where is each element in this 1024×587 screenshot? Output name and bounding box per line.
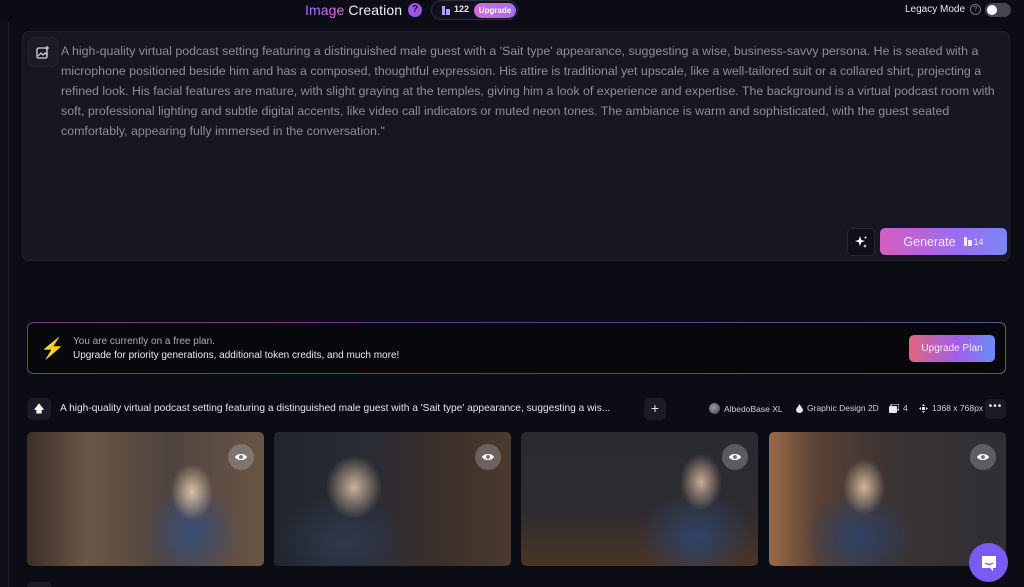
toggle-knob [987, 5, 997, 15]
prompt-textarea[interactable]: A high-quality virtual podcast setting f… [61, 41, 1001, 141]
model-info: AlbedoBase XL [709, 403, 783, 414]
plan-upsell-text: Upgrade for priority generations, additi… [73, 350, 400, 361]
title-part-image: Image [305, 2, 345, 18]
upgrade-button[interactable]: Upgrade [474, 3, 516, 18]
lightning-icon: ⚡ [40, 338, 65, 360]
legacy-help-icon[interactable]: ? [970, 4, 981, 15]
generate-button[interactable]: Generate 14 [880, 228, 1007, 255]
token-count: 122 [454, 4, 470, 14]
eye-icon [729, 454, 741, 460]
generation-prompt-preview: A high-quality virtual podcast setting f… [60, 403, 611, 414]
sidebar-rail [0, 0, 9, 587]
chat-icon [981, 555, 996, 571]
generation-header: 🡅 A high-quality virtual podcast setting… [27, 398, 1007, 420]
images-icon [889, 403, 899, 413]
view-image-button[interactable] [970, 444, 996, 470]
generated-image-4[interactable] [769, 432, 1006, 566]
image-creation-page: Image Creation ? 122 Upgrade Legacy Mode… [0, 0, 1024, 587]
token-icon [963, 237, 972, 246]
view-image-button[interactable] [475, 444, 501, 470]
plan-status-text: You are currently on a free plan. [73, 336, 215, 347]
page-title: Image Creation [305, 2, 402, 18]
eye-icon [235, 454, 247, 460]
token-balance-pill: 122 Upgrade [431, 0, 518, 20]
image-add-icon [36, 45, 49, 59]
question-circle-icon[interactable]: ? [408, 3, 422, 17]
generated-image-2[interactable] [274, 432, 511, 566]
next-generation-button[interactable] [27, 582, 51, 587]
model-avatar-icon [709, 403, 720, 414]
model-name: AlbedoBase XL [724, 403, 783, 414]
generate-cost: 14 [963, 236, 984, 247]
title-part-creation: Creation [348, 2, 403, 18]
legacy-mode-toggle[interactable] [985, 3, 1011, 17]
view-image-button[interactable] [722, 444, 748, 470]
eye-icon [977, 454, 989, 460]
generated-image-3[interactable] [521, 432, 758, 566]
top-bar: Image Creation ? 122 Upgrade Legacy Mode… [0, 0, 1024, 22]
eye-icon [482, 454, 494, 460]
generate-label: Generate [903, 234, 956, 249]
upgrade-plan-button[interactable]: Upgrade Plan [909, 335, 995, 362]
image-dimensions: 1368 x 768px [932, 403, 984, 413]
arrow-up-icon: 🡅 [33, 402, 45, 415]
image-count: 4 [903, 403, 908, 413]
legacy-mode-label: Legacy Mode [905, 4, 966, 15]
add-prompt-button[interactable]: + [644, 398, 666, 420]
view-image-button[interactable] [228, 444, 254, 470]
chat-support-button[interactable] [969, 543, 1008, 582]
free-plan-banner: ⚡ You are currently on a free plan. Upgr… [27, 322, 1006, 374]
dimensions-info: 1368 x 768px [919, 403, 983, 413]
more-options-button[interactable]: ••• [985, 399, 1006, 419]
prompt-magic-button[interactable] [847, 228, 875, 256]
image-prompt-button[interactable] [28, 37, 58, 67]
prompt-panel: A high-quality virtual podcast setting f… [22, 31, 1010, 261]
resize-icon [919, 403, 928, 413]
reuse-prompt-button[interactable]: 🡅 [27, 398, 51, 420]
sparkle-icon [855, 236, 867, 248]
style-info: Graphic Design 2D [796, 403, 879, 413]
style-drop-icon [796, 403, 803, 413]
generated-image-1[interactable] [27, 432, 264, 566]
image-count-info: 4 [889, 403, 908, 413]
token-icon [442, 6, 450, 15]
generate-cost-value: 14 [973, 236, 984, 247]
style-name: Graphic Design 2D [807, 403, 879, 413]
